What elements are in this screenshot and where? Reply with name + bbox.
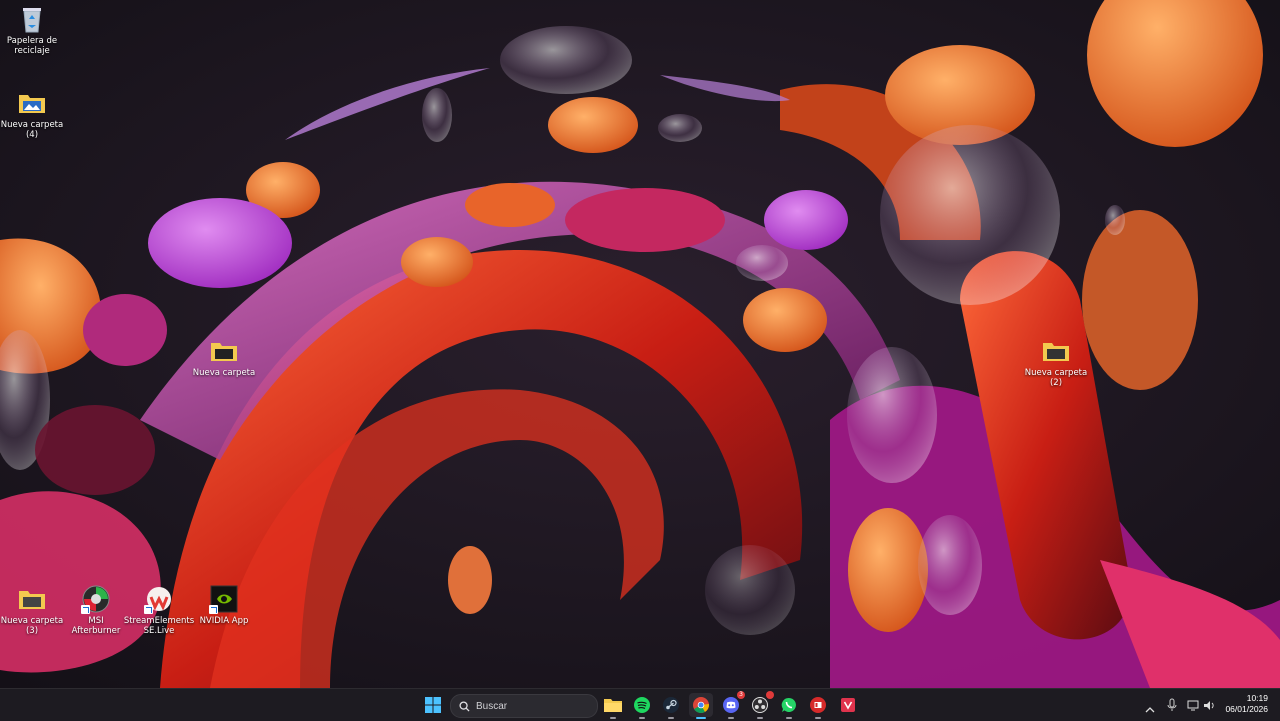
running-indicator bbox=[610, 717, 616, 719]
network-icon[interactable] bbox=[1187, 697, 1200, 716]
desktop-icon-label: MSI Afterburner bbox=[71, 616, 121, 636]
folder-icon bbox=[17, 88, 47, 118]
desktop-icon-nvidia-app[interactable]: NVIDIA App bbox=[192, 584, 256, 626]
running-indicator bbox=[786, 717, 792, 719]
desktop-icon-label: NVIDIA App bbox=[199, 616, 249, 626]
running-indicator bbox=[757, 717, 763, 719]
start-button[interactable] bbox=[421, 693, 445, 717]
recycle-bin-icon bbox=[17, 4, 47, 34]
whatsapp-icon bbox=[781, 697, 796, 712]
running-indicator bbox=[815, 717, 821, 719]
volume-icon[interactable] bbox=[1203, 697, 1215, 716]
taskbar-obs[interactable] bbox=[748, 691, 774, 719]
desktop-icon-label: StreamElements SE.Live bbox=[123, 616, 195, 636]
desktop-icon-recycle-bin[interactable]: Papelera de reciclaje bbox=[0, 4, 64, 56]
shortcut-arrow-icon bbox=[81, 605, 90, 614]
obs-icon bbox=[752, 697, 768, 713]
desktop-icon-label: Papelera de reciclaje bbox=[6, 36, 58, 56]
desktop-icon-label: Nueva carpeta (2) bbox=[1024, 368, 1088, 388]
app-red-icon bbox=[810, 697, 826, 713]
search-placeholder: Buscar bbox=[476, 700, 508, 712]
taskbar-steam[interactable] bbox=[659, 693, 683, 719]
microphone-icon[interactable] bbox=[1167, 697, 1177, 716]
desktop-icon-nueva-carpeta[interactable]: Nueva carpeta bbox=[192, 336, 256, 378]
taskbar-file-explorer[interactable] bbox=[601, 693, 625, 719]
clock-time: 10:19 bbox=[1246, 693, 1268, 703]
tray-overflow-chevron-icon[interactable] bbox=[1145, 699, 1155, 718]
desktop-icon-streamelements[interactable]: StreamElements SE.Live bbox=[123, 584, 195, 636]
spotify-icon bbox=[634, 697, 650, 713]
desktop-icon-nueva-carpeta-2[interactable]: Nueva carpeta (2) bbox=[1024, 336, 1088, 388]
notification-badge: 3 bbox=[737, 691, 745, 699]
running-indicator bbox=[639, 717, 645, 719]
desktop-icon-nueva-carpeta-4[interactable]: Nueva carpeta (4) bbox=[0, 88, 64, 140]
folder-icon bbox=[17, 584, 47, 614]
nvidia-icon bbox=[209, 584, 239, 614]
folder-icon bbox=[1041, 336, 1071, 366]
taskbar-discord[interactable]: 3 bbox=[719, 691, 745, 719]
taskbar-search-box[interactable]: Buscar bbox=[450, 694, 598, 718]
shortcut-arrow-icon bbox=[209, 605, 218, 614]
desktop-icon-label: Nueva carpeta (3) bbox=[0, 616, 64, 636]
shortcut-arrow-icon bbox=[144, 605, 153, 614]
taskbar-whatsapp[interactable] bbox=[777, 693, 801, 719]
desktop-icon-label: Nueva carpeta (4) bbox=[0, 120, 64, 140]
streamelements-icon bbox=[144, 584, 174, 614]
search-icon bbox=[459, 700, 470, 712]
recording-badge bbox=[766, 691, 774, 699]
running-indicator bbox=[696, 717, 706, 719]
discord-icon bbox=[723, 697, 739, 713]
msi-afterburner-icon bbox=[81, 584, 111, 614]
desktop-icon-msi-afterburner[interactable]: MSI Afterburner bbox=[64, 584, 128, 636]
steam-icon bbox=[663, 697, 679, 713]
chrome-icon bbox=[693, 697, 709, 713]
taskbar: Buscar 3 10:19 06/01/2026 bbox=[0, 688, 1280, 721]
taskbar-app-pink[interactable] bbox=[836, 693, 860, 717]
desktop-icon-label: Nueva carpeta bbox=[192, 368, 256, 378]
clock-date: 06/01/2026 bbox=[1225, 704, 1268, 714]
running-indicator bbox=[668, 717, 674, 719]
desktop-icon-nueva-carpeta-3[interactable]: Nueva carpeta (3) bbox=[0, 584, 64, 636]
windows-start-icon bbox=[425, 697, 441, 713]
taskbar-app-red[interactable] bbox=[806, 693, 830, 719]
taskbar-chrome[interactable] bbox=[689, 693, 713, 719]
taskbar-clock[interactable]: 10:19 06/01/2026 bbox=[1225, 693, 1268, 715]
running-indicator bbox=[728, 717, 734, 719]
file-explorer-icon bbox=[604, 699, 622, 712]
folder-icon bbox=[209, 336, 239, 366]
app-pink-icon bbox=[841, 698, 855, 712]
taskbar-spotify[interactable] bbox=[630, 693, 654, 719]
